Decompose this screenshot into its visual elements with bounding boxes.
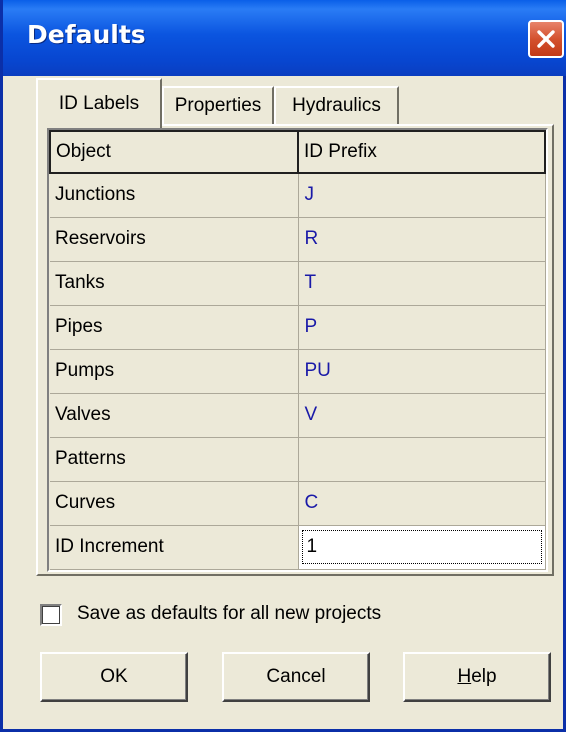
grid-row-pumps: Pumps PU [50,349,546,394]
id-increment-input[interactable]: 1 [301,530,542,564]
window-title: Defaults [27,20,146,49]
ok-button[interactable]: OK [40,652,188,702]
ok-button-label: OK [100,666,128,687]
grid-row-curves: Curves C [50,481,546,526]
column-header-object[interactable]: Object [49,130,299,174]
grid-row-pipes: Pipes P [50,305,546,350]
prefix-cell[interactable]: PU [298,349,546,394]
tab-label: Properties [174,95,262,116]
close-icon [537,30,555,48]
prefix-cell[interactable]: C [298,481,546,526]
grid-header-row: Object ID Prefix [49,130,546,174]
tab-id-labels[interactable]: ID Labels [36,78,162,128]
row-label: ID Increment [50,525,299,570]
id-prefix-grid[interactable]: Object ID Prefix Junctions J Reservoirs … [47,128,548,572]
prefix-cell[interactable]: J [298,173,546,218]
row-label: Tanks [50,261,299,306]
row-label: Junctions [50,173,299,218]
help-label-rest: elp [471,666,497,687]
row-label: Pipes [50,305,299,350]
help-button-label: Help [457,666,496,688]
grid-row-tanks: Tanks T [50,261,546,306]
prefix-cell[interactable]: V [298,393,546,438]
defaults-dialog: Defaults ID Labels Properties Hydraulics… [0,0,566,732]
prefix-cell[interactable]: P [298,305,546,350]
grid-row-valves: Valves V [50,393,546,438]
row-label: Curves [50,481,299,526]
cancel-button[interactable]: Cancel [222,652,370,702]
prefix-cell[interactable]: T [298,261,546,306]
row-label: Patterns [50,437,299,482]
row-label: Valves [50,393,299,438]
column-header-id-prefix[interactable]: ID Prefix [297,130,546,174]
tab-label: ID Labels [58,93,140,114]
tab-properties[interactable]: Properties [162,86,274,124]
grid-row-patterns: Patterns [50,437,546,482]
help-button[interactable]: Help [403,652,551,702]
prefix-cell[interactable]: R [298,217,546,262]
row-label: Pumps [50,349,299,394]
save-defaults-label[interactable]: Save as defaults for all new projects [77,603,381,625]
grid-row-junctions: Junctions J [50,173,546,218]
tab-hydraulics[interactable]: Hydraulics [274,86,399,124]
prefix-cell[interactable] [298,437,546,482]
grid-row-id-increment: ID Increment 1 [50,525,546,570]
cancel-button-label: Cancel [266,666,326,687]
save-defaults-checkbox[interactable] [40,604,62,626]
tab-label: Hydraulics [292,95,381,116]
title-bar[interactable]: Defaults [3,0,566,76]
help-mnemonic: H [457,666,472,687]
close-button[interactable] [528,20,564,58]
grid-row-reservoirs: Reservoirs R [50,217,546,262]
row-label: Reservoirs [50,217,299,262]
id-increment-cell[interactable]: 1 [298,525,546,570]
